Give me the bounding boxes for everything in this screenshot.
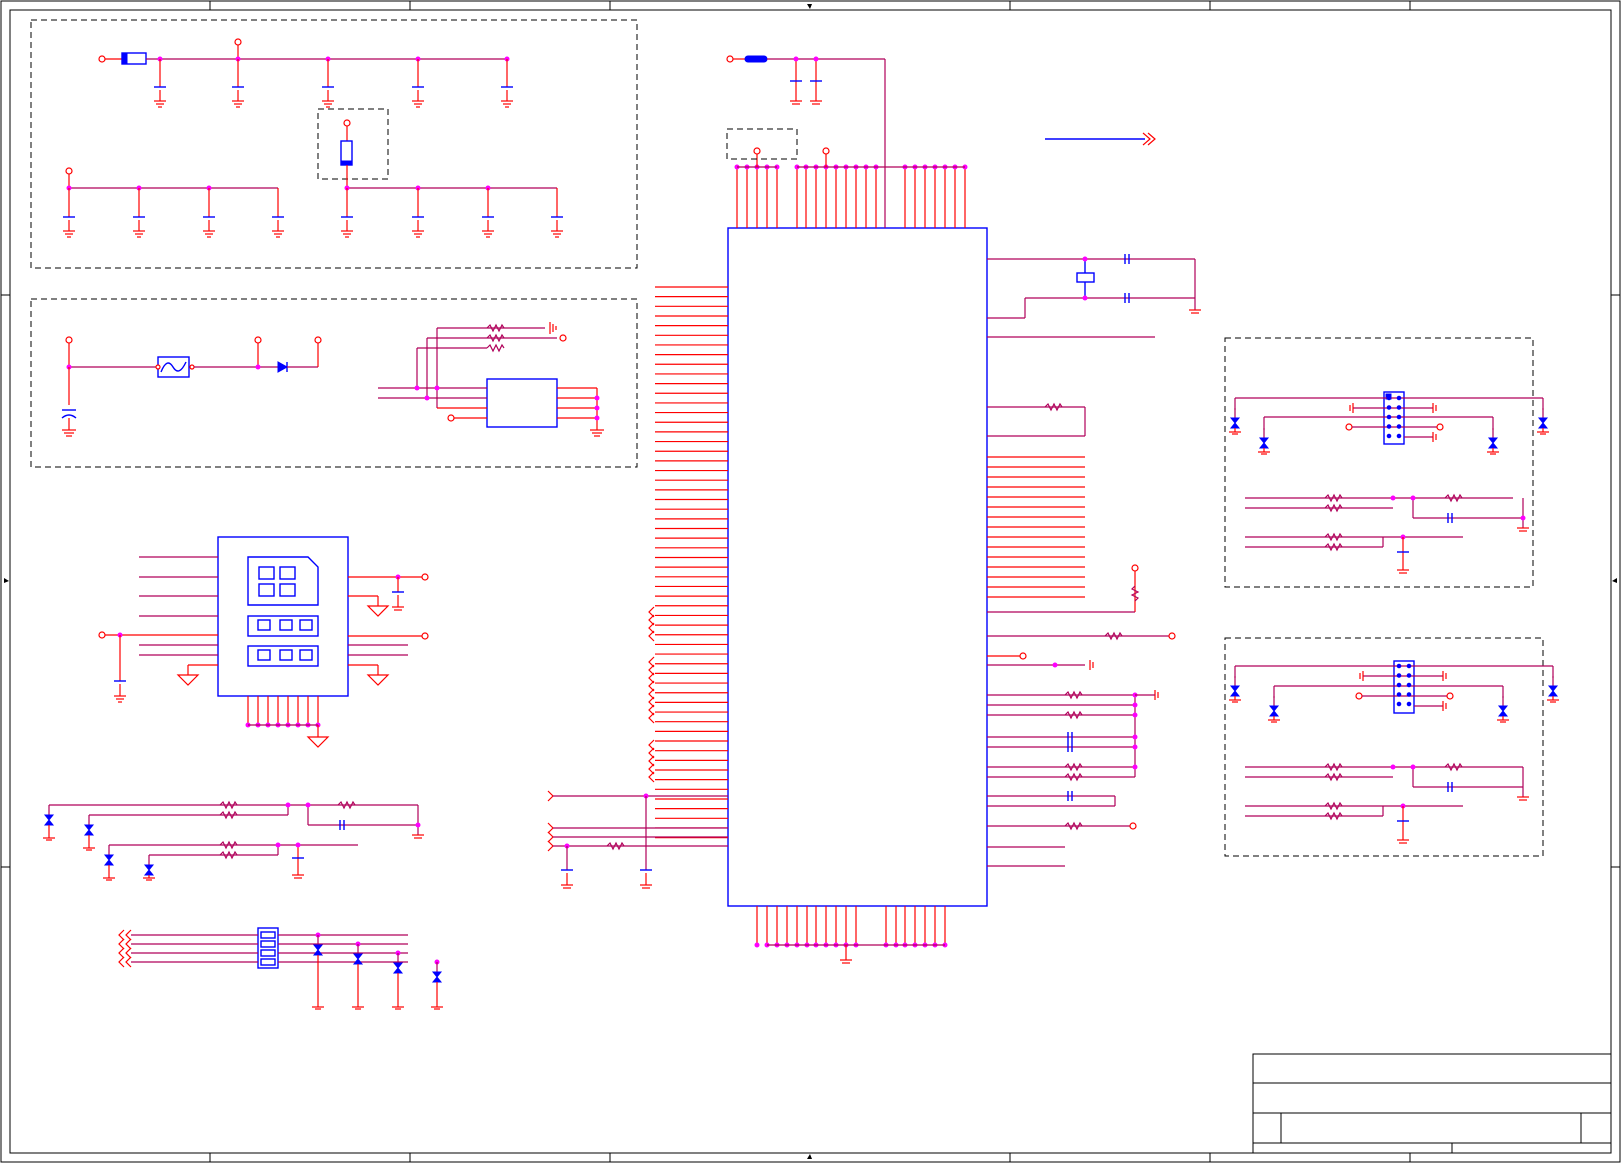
schematic-sheet [0, 0, 1621, 1163]
main-ic-block [547, 55, 1201, 964]
pin-header [1393, 660, 1415, 714]
sim-card-block [98, 536, 429, 748]
resistor [486, 343, 505, 353]
crystal [1076, 272, 1095, 283]
power-decoupling-block [30, 19, 638, 269]
header-connector-block-1 [1224, 337, 1549, 588]
sheet-border [0, 0, 1621, 1163]
fuse-and-regulator-block [30, 298, 638, 468]
ground-symbol [590, 429, 604, 437]
header-connector-block-2 [1224, 637, 1559, 857]
resistor-array-block [118, 927, 443, 1010]
diode [277, 361, 289, 373]
ferrite-bead [744, 55, 768, 63]
title-block [1252, 1053, 1612, 1154]
regulator-ic [486, 378, 558, 428]
main-ic [727, 227, 988, 907]
esd-protection-block [43, 800, 424, 881]
ground-symbol [62, 429, 76, 437]
